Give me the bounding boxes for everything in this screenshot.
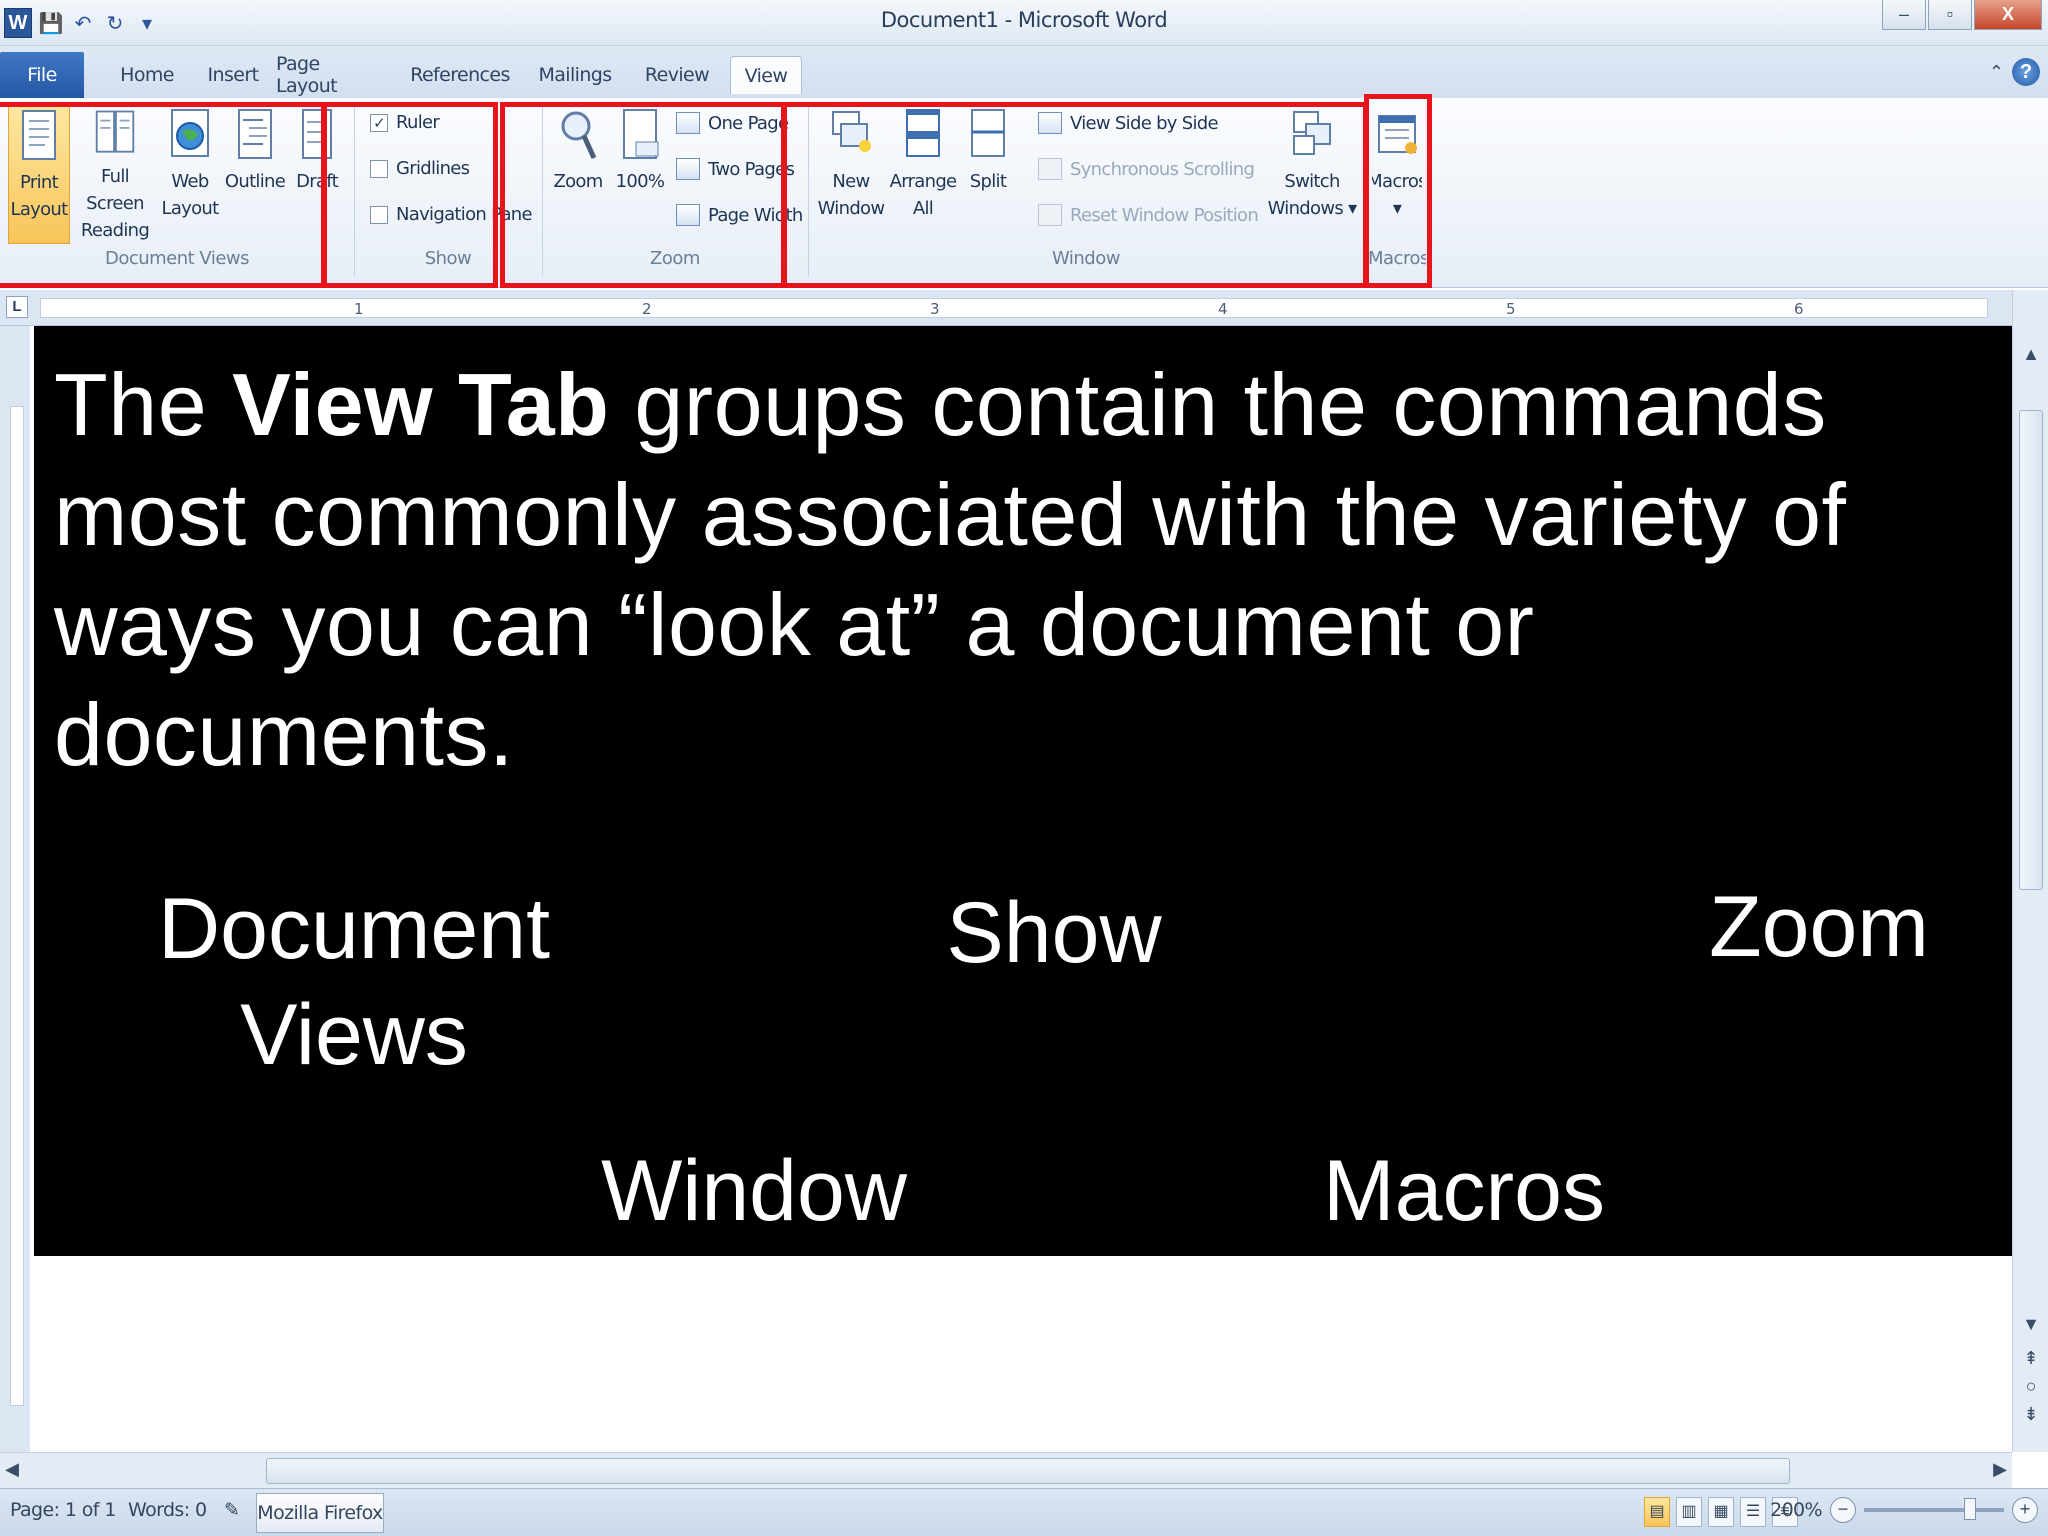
full-screen-reading-view-icon[interactable]: ▥ [1676, 1497, 1702, 1527]
horizontal-scroll-thumb[interactable] [266, 1458, 1790, 1484]
tab-home[interactable]: Home [104, 56, 190, 94]
print-layout-view-icon[interactable]: ▤ [1644, 1497, 1670, 1527]
zoom-out-button[interactable]: − [1830, 1497, 1856, 1523]
vertical-scrollbar[interactable]: ▲ ▼ ⇞ ○ ⇟ [2012, 290, 2048, 1452]
label-window: Window [601, 1143, 907, 1239]
tab-file[interactable]: File [0, 52, 84, 98]
ruler-number: 5 [1506, 300, 1516, 318]
ruler-track [40, 298, 1988, 318]
word-count[interactable]: Words: 0 [128, 1499, 207, 1521]
help-area: ⌃ ? [1989, 58, 2040, 86]
ribbon-tabs: File Home Insert Page Layout References … [0, 46, 2048, 98]
minimize-ribbon-icon[interactable]: ⌃ [1989, 62, 2004, 83]
slide-content: The View Tab groups contain the commands… [34, 326, 2014, 1256]
vertical-ruler[interactable] [0, 326, 30, 1452]
zoom-slider-thumb[interactable] [1964, 1498, 1976, 1520]
tab-references[interactable]: References [402, 56, 518, 94]
ruler-number: 1 [354, 300, 364, 318]
close-button[interactable]: X [1974, 0, 2042, 30]
ruler-number: 4 [1218, 300, 1228, 318]
scroll-up-icon[interactable]: ▲ [2013, 344, 2048, 365]
horizontal-ruler[interactable]: L 1 2 3 4 5 6 [0, 290, 2048, 326]
highlight-document-views [0, 102, 326, 288]
scroll-down-icon[interactable]: ▼ [2013, 1314, 2048, 1335]
scroll-left-icon[interactable]: ◀ [0, 1459, 24, 1480]
document-area[interactable]: The View Tab groups contain the commands… [30, 326, 2014, 1452]
window-controls: – ▫ X [1882, 0, 2042, 30]
previous-page-icon[interactable]: ⇞ [2013, 1348, 2048, 1369]
headline: The View Tab groups contain the commands… [54, 350, 1994, 790]
tab-selector[interactable]: L [6, 296, 28, 318]
select-browse-object-icon[interactable]: ○ [2013, 1376, 2048, 1397]
tab-view[interactable]: View [730, 56, 802, 94]
outline-view-icon[interactable]: ☰ [1740, 1497, 1766, 1527]
minimize-button[interactable]: – [1882, 0, 1926, 30]
highlight-show [322, 102, 498, 288]
tab-review[interactable]: Review [632, 56, 722, 94]
label-macros: Macros [1323, 1143, 1605, 1239]
label-document-views: Document Views [134, 876, 574, 1088]
help-icon[interactable]: ? [2012, 58, 2040, 86]
web-layout-view-icon[interactable]: ▦ [1708, 1497, 1734, 1527]
restore-button[interactable]: ▫ [1928, 0, 1972, 30]
window-title: Document1 - Microsoft Word [880, 8, 1168, 32]
scroll-right-icon[interactable]: ▶ [1988, 1459, 2012, 1480]
zoom-level[interactable]: 200% [1770, 1499, 1823, 1521]
tab-insert[interactable]: Insert [190, 56, 276, 94]
ruler-number: 6 [1794, 300, 1804, 318]
page-count[interactable]: Page: 1 of 1 [10, 1499, 116, 1521]
highlight-zoom [500, 102, 786, 288]
headline-bold: View Tab [232, 355, 610, 454]
tab-mailings[interactable]: Mailings [530, 56, 620, 94]
horizontal-scrollbar[interactable]: ◀ ▶ [0, 1452, 2012, 1488]
label-document-views-line1: Document [158, 881, 550, 977]
status-bar: Page: 1 of 1 Words: 0 ✎ Mozilla Firefox … [0, 1488, 2048, 1536]
zoom-slider[interactable] [1864, 1498, 2004, 1520]
ruler-number: 3 [930, 300, 940, 318]
proofing-icon[interactable]: ✎ [224, 1499, 240, 1521]
title-bar: W 💾 ↶ ↻ ▾ Document1 - Microsoft Word – ▫… [0, 0, 2048, 46]
highlight-macros [1364, 94, 1432, 288]
ruler-number: 2 [642, 300, 652, 318]
label-document-views-line2: Views [240, 987, 468, 1083]
zoom-in-button[interactable]: + [2012, 1497, 2038, 1523]
label-show: Show [946, 885, 1162, 981]
zoom-control: 200% − + [1770, 1497, 2038, 1523]
tab-page-layout[interactable]: Page Layout [276, 53, 380, 97]
next-page-icon[interactable]: ⇟ [2013, 1404, 2048, 1425]
label-zoom: Zoom [1709, 879, 1929, 975]
highlight-window [782, 102, 1368, 288]
vertical-ruler-track [10, 406, 24, 1406]
firefox-taskbar-button[interactable]: Mozilla Firefox [256, 1493, 384, 1533]
headline-pre: The [54, 355, 233, 454]
vertical-scroll-thumb[interactable] [2019, 410, 2043, 890]
